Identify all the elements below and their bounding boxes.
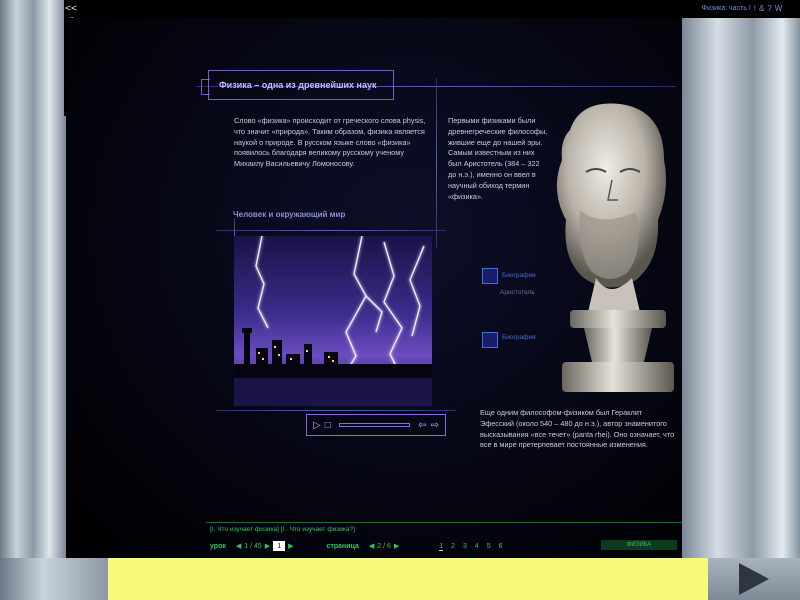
next-page-icon[interactable]: ▶ [394, 542, 399, 550]
aside-text: Первыми физиками были древнегреческие фи… [448, 116, 548, 201]
biography-link[interactable]: Биография [502, 334, 536, 341]
intro-text: Слово «физика» происходит от греческого … [234, 116, 426, 169]
page-title: Физика – одна из древнейших наук [201, 70, 394, 100]
right-frame [682, 18, 800, 558]
stop-button[interactable]: □ [325, 420, 331, 431]
prev-lesson-icon[interactable]: ◀ [236, 542, 241, 550]
page-link-3[interactable]: 3 [463, 543, 467, 550]
app-window: << # () ^ * = o x Физика: часть I ! & ? … [0, 0, 800, 600]
slide-content: Физика – одна из древнейших наук Слово «… [66, 18, 682, 558]
heraclitus-text: Еще одним философом-физиком был Гераклит… [480, 408, 675, 450]
section-heading: Человек и окружающий мир [233, 210, 346, 219]
page-link-2[interactable]: 2 [451, 543, 455, 550]
status-bar [108, 558, 708, 600]
course-tag: Физика: часть I ! & ? W [684, 0, 800, 16]
breadcrumb[interactable]: [I. Что изучает физика] [I . Что изучает… [210, 526, 355, 533]
play-button[interactable]: ▷ [313, 420, 321, 431]
media-player: ▷ □ ⇦ ⇨ [306, 414, 446, 436]
go-lesson-icon[interactable]: ▶ [288, 542, 293, 550]
lesson-label: урок [210, 542, 226, 550]
footer-divider [206, 522, 682, 523]
page-link-6[interactable]: 6 [499, 543, 503, 550]
lesson-count: 1 / 45 [244, 542, 262, 550]
lesson-number-input[interactable] [273, 541, 286, 551]
brand-badge: ФИЗИКА [601, 540, 677, 550]
bottom-left-frame [0, 558, 108, 600]
course-label: Физика: часть I [701, 4, 751, 12]
page-link-4[interactable]: 4 [475, 543, 479, 550]
next-slide-button[interactable] [708, 558, 800, 600]
biography-name: Аристотель [500, 289, 535, 296]
prev-page-icon[interactable]: ◀ [369, 542, 374, 550]
biography-button[interactable] [482, 332, 498, 348]
word-icon[interactable]: W [775, 4, 783, 13]
play-arrow-icon [739, 563, 769, 595]
lightning-scene [234, 236, 432, 406]
page-link-5[interactable]: 5 [487, 543, 491, 550]
rewind-button[interactable]: ⇦ [418, 420, 426, 431]
page-link-1[interactable]: 1 [439, 542, 444, 551]
next-lesson-icon[interactable]: ▶ [265, 542, 270, 550]
aristotle-bust [556, 103, 674, 392]
divider [436, 78, 437, 248]
page-label: страница [326, 542, 359, 550]
page-count: 2 / 6 [377, 542, 391, 550]
divider [216, 230, 446, 231]
link-icon[interactable]: & [759, 4, 764, 13]
biography-link[interactable]: Биография [502, 272, 536, 279]
collapse-icon[interactable]: << [65, 2, 77, 15]
progress-track[interactable] [338, 423, 411, 427]
help-icon[interactable]: ? [767, 4, 771, 13]
page-links: 1 2 3 4 5 6 [436, 542, 505, 551]
divider [216, 410, 456, 411]
info-icon[interactable]: ! [754, 4, 756, 13]
lightning-photo [234, 236, 432, 406]
left-frame [0, 0, 66, 558]
forward-button[interactable]: ⇨ [431, 420, 439, 431]
biography-button[interactable] [482, 268, 498, 284]
